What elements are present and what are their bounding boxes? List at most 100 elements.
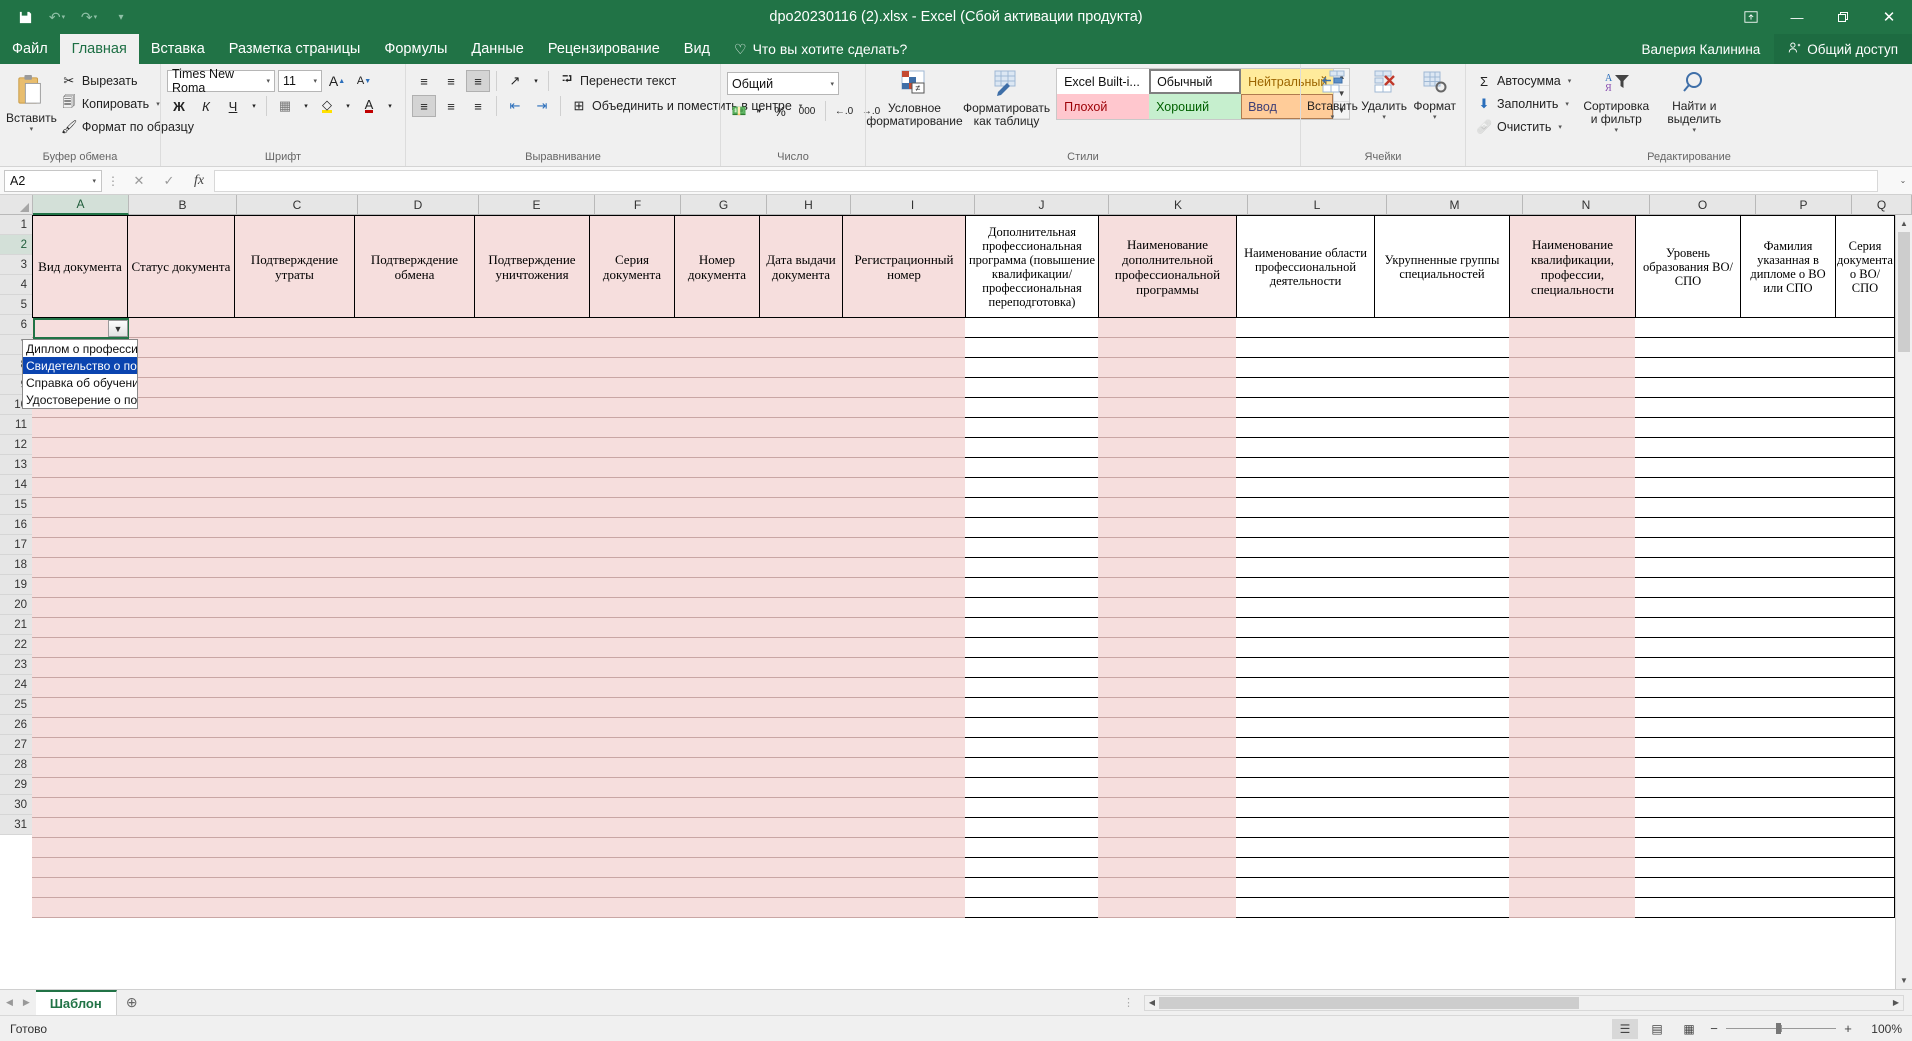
header-cell-d[interactable]: Подтверждение обмена [354,215,475,318]
cell-q3[interactable] [1835,338,1895,358]
column-header-n[interactable]: N [1523,195,1650,215]
header-cell-m[interactable]: Укрупненные группы специальностей [1374,215,1510,318]
cell-c26[interactable] [234,798,355,818]
conditional-formatting-button[interactable]: ≠ Условное форматирование [866,68,963,128]
cell-f3[interactable] [589,338,675,358]
cell-d20[interactable] [354,678,475,698]
cell-b22[interactable] [127,718,235,738]
cell-g19[interactable] [674,658,760,678]
cell-j11[interactable] [965,498,1099,518]
cell-q7[interactable] [1835,418,1895,438]
cell-j24[interactable] [965,758,1099,778]
cell-n30[interactable] [1509,878,1636,898]
cell-h26[interactable] [759,798,843,818]
cell-i26[interactable] [842,798,966,818]
customize-qat-icon[interactable]: ▾ [106,4,136,30]
cell-d2[interactable] [354,318,475,338]
cell-k12[interactable] [1098,518,1237,538]
dropdown-item-3[interactable]: Справка об обучении [23,374,137,391]
undo-icon[interactable]: ↶ ▾ [42,4,72,30]
row-header-20[interactable]: 20 [0,595,33,615]
insert-cells-button[interactable]: Вставить ▾ [1307,68,1358,121]
cell-e31[interactable] [474,898,590,918]
cell-l21[interactable] [1236,698,1375,718]
page-break-view-button[interactable]: ▦ [1676,1019,1702,1039]
style-normal[interactable]: Обычный [1149,69,1242,94]
cell-e19[interactable] [474,658,590,678]
save-icon[interactable] [10,4,40,30]
cell-j31[interactable] [965,898,1099,918]
cell-c4[interactable] [234,358,355,378]
cell-j28[interactable] [965,838,1099,858]
cell-c11[interactable] [234,498,355,518]
cell-k25[interactable] [1098,778,1237,798]
italic-button[interactable]: К [194,95,218,117]
column-header-b[interactable]: B [129,195,237,215]
cell-g2[interactable] [674,318,760,338]
cell-o20[interactable] [1635,678,1741,698]
cell-q6[interactable] [1835,398,1895,418]
header-cell-b[interactable]: Статус документа [127,215,235,318]
cell-g17[interactable] [674,618,760,638]
cell-k10[interactable] [1098,478,1237,498]
cell-e5[interactable] [474,378,590,398]
cell-o7[interactable] [1635,418,1741,438]
cell-b13[interactable] [127,538,235,558]
row-header-22[interactable]: 22 [0,635,33,655]
cell-p15[interactable] [1740,578,1836,598]
close-button[interactable]: ✕ [1866,0,1912,34]
cell-k13[interactable] [1098,538,1237,558]
cell-o13[interactable] [1635,538,1741,558]
cell-g3[interactable] [674,338,760,358]
cell-j4[interactable] [965,358,1099,378]
cell-n16[interactable] [1509,598,1636,618]
row-header-11[interactable]: 11 [0,415,33,435]
cell-k26[interactable] [1098,798,1237,818]
cell-f4[interactable] [589,358,675,378]
cell-f19[interactable] [589,658,675,678]
align-bottom-button[interactable]: ≡ [466,70,490,92]
cell-p22[interactable] [1740,718,1836,738]
cell-p23[interactable] [1740,738,1836,758]
cell-e28[interactable] [474,838,590,858]
cell-e6[interactable] [474,398,590,418]
cell-a20[interactable] [32,678,128,698]
cell-q20[interactable] [1835,678,1895,698]
column-header-a[interactable]: A [33,195,129,215]
cell-h20[interactable] [759,678,843,698]
clear-button[interactable]: 🩹 Очистить ▾ [1472,116,1575,138]
cell-j6[interactable] [965,398,1099,418]
cell-m12[interactable] [1374,518,1510,538]
cell-a17[interactable] [32,618,128,638]
header-cell-k[interactable]: Наименование дополнительной профессионал… [1098,215,1237,318]
cell-d13[interactable] [354,538,475,558]
cell-b7[interactable] [127,418,235,438]
cell-h13[interactable] [759,538,843,558]
cell-o29[interactable] [1635,858,1741,878]
cell-b30[interactable] [127,878,235,898]
cell-k28[interactable] [1098,838,1237,858]
cell-i5[interactable] [842,378,966,398]
cell-p5[interactable] [1740,378,1836,398]
font-color-caret-icon[interactable]: ▾ [384,95,396,117]
cell-f16[interactable] [589,598,675,618]
cell-d21[interactable] [354,698,475,718]
underline-button[interactable]: Ч [221,95,245,117]
cell-n4[interactable] [1509,358,1636,378]
cell-b20[interactable] [127,678,235,698]
cell-h2[interactable] [759,318,843,338]
cell-q16[interactable] [1835,598,1895,618]
header-cell-h[interactable]: Дата выдачи документа [759,215,843,318]
cell-o28[interactable] [1635,838,1741,858]
cell-p29[interactable] [1740,858,1836,878]
format-as-table-button[interactable]: Форматировать как таблицу [963,68,1050,128]
cell-o23[interactable] [1635,738,1741,758]
cell-i23[interactable] [842,738,966,758]
cell-o4[interactable] [1635,358,1741,378]
cell-p4[interactable] [1740,358,1836,378]
ribbon-display-options-icon[interactable] [1728,0,1774,34]
cell-l27[interactable] [1236,818,1375,838]
cell-f21[interactable] [589,698,675,718]
cell-c28[interactable] [234,838,355,858]
row-header-29[interactable]: 29 [0,775,33,795]
